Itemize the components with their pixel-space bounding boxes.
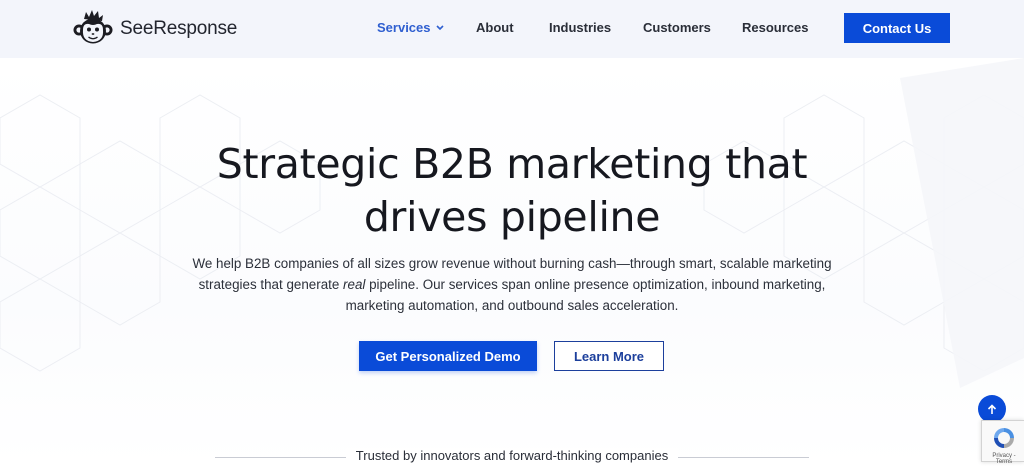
- nav-item-resources[interactable]: Resources: [742, 20, 808, 35]
- nav-item-services[interactable]: Services: [377, 20, 444, 35]
- learn-more-button[interactable]: Learn More: [554, 341, 664, 371]
- hero-description: We help B2B companies of all sizes grow …: [172, 253, 852, 316]
- monkey-logo-icon: [73, 10, 113, 44]
- arrow-up-icon: [987, 403, 997, 414]
- recaptcha-links[interactable]: Privacy - Terms: [984, 453, 1024, 465]
- description-emphasis: real: [343, 277, 366, 292]
- nav-item-industries[interactable]: Industries: [549, 20, 611, 35]
- get-personalized-demo-button[interactable]: Get Personalized Demo: [359, 341, 537, 371]
- nav-item-about[interactable]: About: [476, 20, 514, 35]
- brand-logo[interactable]: SeeResponse: [72, 10, 237, 48]
- trusted-by-text: Trusted by innovators and forward-thinki…: [345, 448, 679, 463]
- scroll-to-top-button[interactable]: [978, 395, 1006, 423]
- hero-headline: Strategic B2B marketing that drives pipe…: [112, 138, 912, 244]
- headline-line-2: drives pipeline: [363, 193, 661, 241]
- trusted-by-divider: Trusted by innovators and forward-thinki…: [215, 448, 809, 466]
- nav-item-customers[interactable]: Customers: [643, 20, 711, 35]
- recaptcha-icon: [994, 428, 1014, 448]
- headline-line-1: Strategic B2B marketing that: [216, 140, 808, 188]
- brand-name: SeeResponse: [120, 18, 238, 39]
- description-part-2: pipeline. Our services span online prese…: [345, 277, 826, 313]
- recaptcha-badge[interactable]: Privacy - Terms: [981, 420, 1024, 465]
- contact-us-button[interactable]: Contact Us: [844, 13, 950, 43]
- site-header: SeeResponse Services About Industries Cu…: [0, 0, 1024, 58]
- chevron-down-icon: [435, 25, 444, 31]
- nav-item-label: Services: [377, 20, 431, 35]
